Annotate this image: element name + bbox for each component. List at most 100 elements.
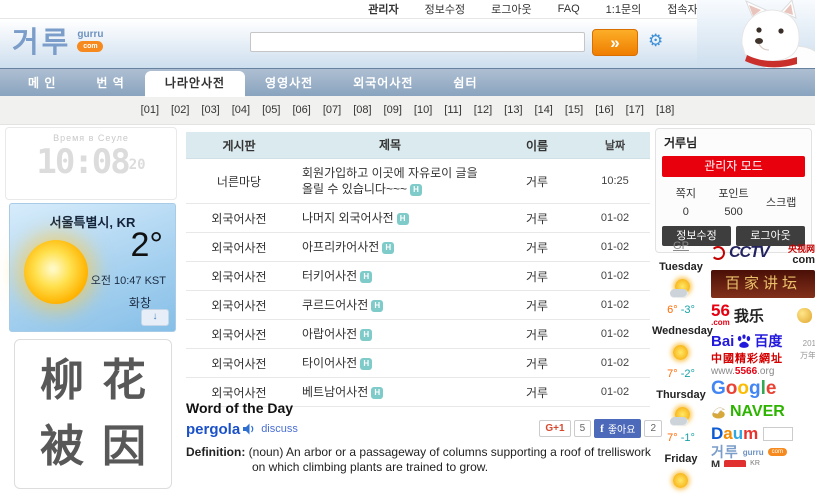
- tab-lounge[interactable]: 쉼터: [433, 69, 497, 97]
- page-link[interactable]: [05]: [262, 104, 280, 116]
- row-title-link[interactable]: 쿠르드어사전: [302, 298, 368, 312]
- ad-cctv[interactable]: CCTV 央视网 com: [711, 238, 815, 268]
- row-board-link[interactable]: 외국어사전: [186, 268, 292, 285]
- row-title-cell[interactable]: 나머지 외국어사전H: [292, 208, 494, 228]
- row-title-link[interactable]: 터키어사전: [302, 269, 357, 283]
- daum-letter: D: [711, 424, 723, 444]
- row-title-link[interactable]: 타이어사전: [302, 356, 357, 370]
- 56-number: 56: [711, 303, 730, 318]
- page-link[interactable]: [16]: [595, 104, 613, 116]
- row-title-cell[interactable]: 쿠르드어사전H: [292, 295, 494, 315]
- row-title-cell[interactable]: 아랍어사전H: [292, 324, 494, 344]
- tab-main[interactable]: 메 인: [8, 69, 76, 97]
- row-title-cell[interactable]: 베트남어사전H: [292, 382, 494, 402]
- table-row[interactable]: 외국어사전 터키어사전H 거루 01-02: [186, 262, 650, 291]
- row-title-cell[interactable]: 터키어사전H: [292, 266, 494, 286]
- search-button[interactable]: »: [592, 29, 638, 56]
- row-title-link[interactable]: 아랍어사전: [302, 327, 357, 341]
- guru-com-badge: com: [768, 448, 787, 456]
- site-logo[interactable]: 거루 gurru com: [12, 25, 103, 61]
- ad-daum[interactable]: Daum: [711, 424, 815, 444]
- stat-points[interactable]: 포인트 500: [710, 185, 758, 218]
- ad-5566[interactable]: www.5566.org: [711, 366, 815, 378]
- stat-value: 0: [662, 206, 710, 218]
- page-link[interactable]: [06]: [292, 104, 310, 116]
- topbar-link-admin[interactable]: 관리자: [368, 1, 398, 17]
- page-link[interactable]: [12]: [474, 104, 492, 116]
- tab-translate[interactable]: 번 역: [76, 69, 144, 97]
- ad-google[interactable]: Google: [711, 378, 815, 400]
- row-author: 거루: [494, 355, 580, 372]
- table-row[interactable]: 외국어사전 나머지 외국어사전H 거루 01-02: [186, 204, 650, 233]
- row-board-link[interactable]: 외국어사전: [186, 355, 292, 372]
- ad-guru[interactable]: 거루 gurru com: [711, 444, 815, 460]
- daum-search-box[interactable]: [763, 427, 793, 441]
- row-title-link[interactable]: 아프리카어사전: [302, 240, 379, 254]
- row-title-cell[interactable]: 회원가입하고 이곳에 자유로이 글을 올릴 수 있습니다~~~H: [292, 163, 494, 199]
- page-link[interactable]: [11]: [444, 104, 462, 116]
- speaker-icon[interactable]: [243, 423, 256, 435]
- col-header-date: 날짜: [580, 137, 650, 153]
- user-stats: 쪽지 0 포인트 500 스크랩: [662, 185, 805, 218]
- page-link[interactable]: [10]: [414, 104, 432, 116]
- page-link[interactable]: [08]: [353, 104, 371, 116]
- tab-korean-dictionary[interactable]: 나라안사전: [145, 71, 245, 97]
- page-link[interactable]: [13]: [504, 104, 522, 116]
- naver-wing-hat-icon: [711, 406, 726, 419]
- row-title-link[interactable]: 베트남어사전: [302, 385, 368, 399]
- table-row[interactable]: 너른마당 회원가입하고 이곳에 자유로이 글을 올릴 수 있습니다~~~H 거루…: [186, 159, 650, 204]
- row-title-link[interactable]: 나머지 외국어사전: [302, 211, 394, 225]
- weather-download-button[interactable]: ↓: [141, 309, 169, 326]
- topbar-link-edit-info[interactable]: 정보수정: [425, 1, 465, 17]
- page-link[interactable]: [09]: [384, 104, 402, 116]
- google-plus-button[interactable]: G+1: [539, 420, 570, 437]
- page-link[interactable]: [18]: [656, 104, 674, 116]
- forecast-gp-link[interactable]: GP: [652, 240, 710, 252]
- tab-foreign-dictionary[interactable]: 외국어사전: [333, 69, 433, 97]
- search-input[interactable]: [250, 32, 585, 52]
- topbar-link-inquiry[interactable]: 1:1문의: [606, 1, 642, 17]
- topbar-link-faq[interactable]: FAQ: [558, 3, 580, 15]
- row-board-link[interactable]: 외국어사전: [186, 326, 292, 343]
- row-title-cell[interactable]: 아프리카어사전H: [292, 237, 494, 257]
- row-board-link[interactable]: 외국어사전: [186, 384, 292, 401]
- clock-time: 10:0820: [6, 143, 176, 184]
- row-title-link[interactable]: 회원가입하고 이곳에 자유로이 글을 올릴 수 있습니다~~~: [302, 166, 478, 196]
- table-row[interactable]: 외국어사전 아프리카어사전H 거루 01-02: [186, 233, 650, 262]
- discuss-link[interactable]: discuss: [261, 423, 298, 435]
- page-link[interactable]: [14]: [535, 104, 553, 116]
- edge-fragment-line: 万年: [792, 350, 815, 362]
- ad-56com[interactable]: 56 .com 我乐: [711, 300, 815, 330]
- page-link[interactable]: [07]: [323, 104, 341, 116]
- page-link[interactable]: [03]: [201, 104, 219, 116]
- wotd-word-link[interactable]: pergola: [186, 421, 240, 438]
- row-date: 01-02: [580, 212, 650, 224]
- edge-fragment-text: 201 万年: [792, 338, 815, 362]
- row-title-cell[interactable]: 타이어사전H: [292, 353, 494, 373]
- page-link[interactable]: [04]: [232, 104, 250, 116]
- page-link[interactable]: [02]: [171, 104, 189, 116]
- topbar-link-logout[interactable]: 로그아웃: [491, 1, 531, 17]
- gear-icon[interactable]: ⚙: [648, 31, 663, 51]
- stat-messages[interactable]: 쪽지 0: [662, 185, 710, 218]
- page-link[interactable]: [17]: [626, 104, 644, 116]
- baidu-chinese-text: 百度: [754, 331, 782, 351]
- table-row[interactable]: 외국어사전 아랍어사전H 거루 01-02: [186, 320, 650, 349]
- table-row[interactable]: 외국어사전 타이어사전H 거루 01-02: [186, 349, 650, 378]
- row-board-link[interactable]: 외국어사전: [186, 210, 292, 227]
- wotd-heading: Word of the Day: [186, 400, 656, 416]
- row-board-link[interactable]: 너른마당: [186, 173, 292, 190]
- page-link[interactable]: [01]: [141, 104, 159, 116]
- admin-mode-button[interactable]: 관리자 모드: [662, 156, 805, 177]
- google-letter: o: [737, 378, 749, 399]
- facebook-like-button[interactable]: f좋아요: [594, 419, 641, 438]
- ad-naver[interactable]: NAVER: [711, 400, 815, 424]
- table-row[interactable]: 외국어사전 쿠르드어사전H 거루 01-02: [186, 291, 650, 320]
- row-board-link[interactable]: 외국어사전: [186, 239, 292, 256]
- page-link[interactable]: [15]: [565, 104, 583, 116]
- tab-english-dictionary[interactable]: 영영사전: [245, 69, 333, 97]
- row-board-link[interactable]: 외국어사전: [186, 297, 292, 314]
- daum-letter: a: [723, 424, 732, 444]
- stat-scrap[interactable]: 스크랩: [757, 185, 805, 218]
- ad-baijia-jiangtan[interactable]: 百家讲坛: [711, 270, 815, 298]
